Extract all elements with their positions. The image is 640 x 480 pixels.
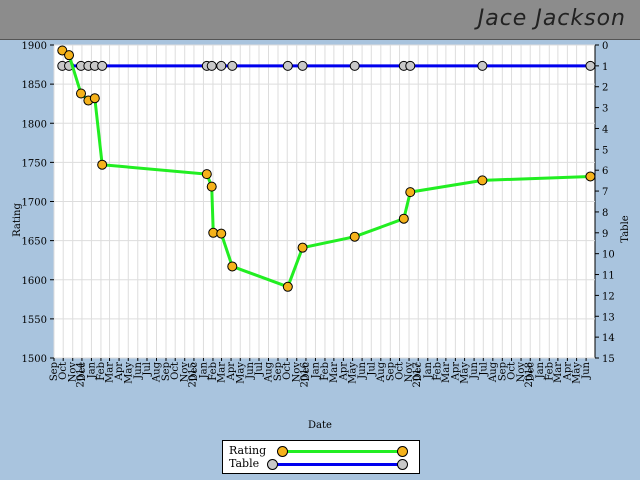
data-point-rating: [405, 187, 416, 198]
right-tick-label: 9: [602, 229, 608, 240]
x-year-label: 2016: [299, 362, 310, 387]
left-tick-label: 1900: [22, 41, 47, 52]
x-year-label: 2014: [75, 362, 86, 387]
left-tick-label: 1800: [22, 119, 47, 130]
data-point-rating: [97, 159, 108, 170]
left-tick-label: 1650: [22, 237, 47, 248]
data-point-rating: [64, 50, 75, 61]
left-tick-label: 1850: [22, 80, 47, 91]
x-year-label: 2015: [187, 362, 198, 387]
legend-line-rating: [283, 450, 402, 453]
left-tick-label: 1550: [22, 315, 47, 326]
right-tick-label: 11: [602, 271, 615, 282]
right-tick-label: 5: [602, 145, 608, 156]
legend-label-table: Table: [229, 457, 260, 470]
right-tick-label: 3: [602, 104, 608, 115]
legend-label-rating: Rating: [229, 444, 267, 457]
y-axis-label-left: Rating: [12, 203, 23, 237]
data-point-table: [477, 60, 488, 71]
right-tick-label: 0: [602, 41, 608, 52]
left-tick-label: 1750: [22, 158, 47, 169]
right-tick-label: 14: [602, 333, 615, 344]
right-tick-label: 8: [602, 208, 608, 219]
data-point-table: [216, 60, 227, 71]
data-point-rating: [89, 93, 100, 104]
x-axis-label: Date: [308, 420, 332, 431]
data-point-table: [206, 60, 217, 71]
x-year-label: 2017: [412, 362, 423, 387]
data-point-rating: [585, 171, 596, 182]
data-point-rating: [282, 281, 293, 292]
data-point-rating: [297, 242, 308, 253]
data-point-table: [297, 60, 308, 71]
right-tick-label: 6: [602, 166, 608, 177]
right-tick-label: 4: [602, 124, 608, 135]
right-tick-label: 12: [602, 291, 615, 302]
data-point-rating: [201, 169, 212, 180]
right-tick-label: 13: [602, 312, 615, 323]
data-point-table: [282, 60, 293, 71]
legend-marker-rating: [277, 446, 288, 457]
legend-entry-rating: Rating: [229, 444, 266, 458]
rating-table-chart: 150015501600165017001750180018501900 012…: [12, 41, 631, 431]
x-year-label: 2018: [524, 362, 535, 387]
data-point-rating: [76, 88, 87, 99]
left-tick-label: 1500: [22, 354, 47, 365]
left-axis: 1500 1550 1600 1650 1700 1750 1800 1850 1900: [22, 41, 54, 365]
right-tick-label: 2: [602, 83, 608, 94]
data-point-table: [585, 60, 596, 71]
data-point-rating: [477, 175, 488, 186]
data-point-table: [349, 60, 360, 71]
right-tick-label: 1: [602, 62, 608, 73]
right-tick-label: 15: [602, 354, 615, 365]
left-tick-label: 1700: [22, 198, 47, 209]
y-axis-label-right: Table: [620, 215, 631, 242]
legend-marker-rating: [397, 446, 408, 457]
legend-marker-table: [397, 459, 408, 470]
data-point-rating: [398, 213, 409, 224]
right-axis: 0123456789101112131415: [595, 41, 615, 365]
legend: Rating Table: [222, 440, 420, 474]
right-tick-label: 10: [602, 250, 615, 261]
legend-entry-table: Table: [229, 457, 259, 471]
data-point-table: [227, 60, 238, 71]
data-point-table: [405, 60, 416, 71]
x-axis: SepOctNovDecJanFebMarAprMayJunJulAugSepO…: [49, 358, 592, 387]
data-point-table: [97, 60, 108, 71]
data-point-rating: [206, 181, 217, 192]
data-point-rating: [227, 261, 238, 272]
x-tick-label: Jun: [581, 361, 592, 379]
data-point-rating: [349, 231, 360, 242]
legend-line-table: [273, 463, 402, 466]
legend-marker-table: [267, 459, 278, 470]
right-tick-label: 7: [602, 187, 608, 198]
data-point-rating: [216, 228, 227, 239]
left-tick-label: 1600: [22, 276, 47, 287]
